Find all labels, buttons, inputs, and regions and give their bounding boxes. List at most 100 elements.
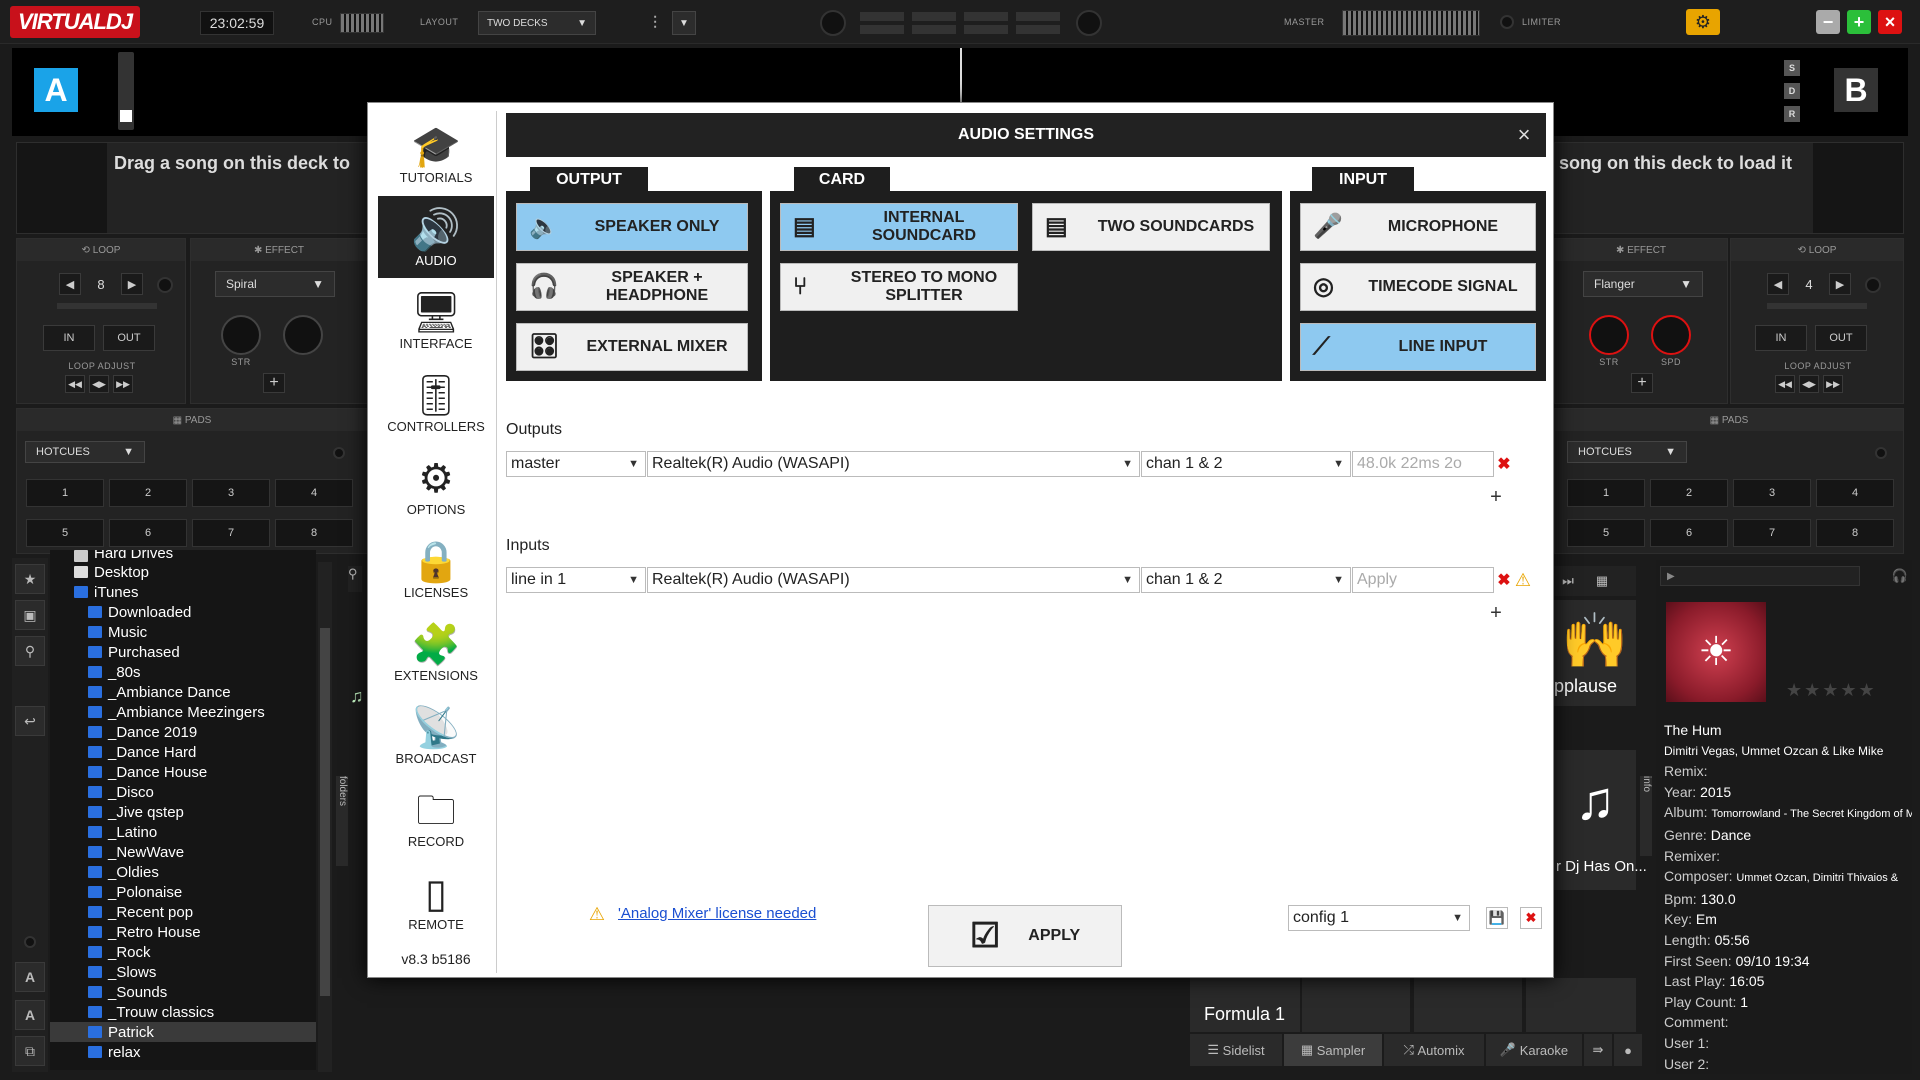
waveform-icon[interactable]: ⫶ xyxy=(642,11,668,35)
list-item[interactable]: _Oldies xyxy=(50,862,316,882)
remove-output-icon[interactable]: ✖ xyxy=(1496,453,1512,475)
add-input-button[interactable]: + xyxy=(1486,602,1506,624)
list-item[interactable]: _Ambiance Meezingers xyxy=(50,702,316,722)
list-item[interactable]: _Rock xyxy=(50,942,316,962)
list-item[interactable]: _Jive qstep xyxy=(50,802,316,822)
pad-1[interactable]: 1 xyxy=(26,479,104,507)
effect-param-knob[interactable] xyxy=(283,315,323,355)
pad-5[interactable]: 5 xyxy=(26,519,104,547)
grid-view-icon[interactable]: ▦ xyxy=(1588,570,1616,592)
loop-knob[interactable] xyxy=(157,277,173,293)
nav-licenses[interactable]: 🔒 LICENSES xyxy=(378,528,494,610)
tab-sampler[interactable]: ▦ Sampler xyxy=(1284,1034,1382,1066)
microphone-button[interactable]: 🎤 MICROPHONE xyxy=(1300,203,1536,251)
crossfader-knob-right[interactable] xyxy=(1076,10,1102,36)
pad-3[interactable]: 3 xyxy=(1733,479,1811,507)
list-item[interactable]: _Sounds xyxy=(50,982,316,1002)
output-channel-select[interactable]: master ▼ xyxy=(506,451,646,477)
nav-interface[interactable]: 🖥 INTERFACE xyxy=(378,279,494,361)
back-icon[interactable]: ↩ xyxy=(15,706,45,736)
list-item[interactable]: _Disco xyxy=(50,782,316,802)
sampler-applause[interactable]: 🙌 pplause xyxy=(1554,600,1636,706)
sampler-slot[interactable] xyxy=(1302,978,1410,1032)
license-warning-link[interactable]: 'Analog Mixer' license needed xyxy=(618,905,816,922)
nav-audio[interactable]: 🔊 AUDIO xyxy=(378,196,494,278)
input-info-field[interactable]: Apply xyxy=(1352,567,1494,593)
tab-dot[interactable]: ● xyxy=(1614,1034,1642,1066)
sampler-slot[interactable] xyxy=(1414,978,1522,1032)
deck-b-d-button[interactable]: D xyxy=(1784,83,1800,99)
deck-b-drop-zone[interactable]: song on this deck to load it xyxy=(1554,142,1904,234)
settings-gear-icon[interactable]: ⚙ xyxy=(1686,9,1720,35)
list-item[interactable]: _80s xyxy=(50,662,316,682)
list-item[interactable]: _Retro House xyxy=(50,922,316,942)
loop-adjust-move-button[interactable]: ◀▶ xyxy=(1799,375,1819,393)
list-item[interactable]: _Dance 2019 xyxy=(50,722,316,742)
internal-soundcard-button[interactable]: ▤ INTERNAL SOUNDCARD xyxy=(780,203,1018,251)
add-folder-icon[interactable]: ▣ xyxy=(15,600,45,630)
two-soundcards-button[interactable]: ▤ TWO SOUNDCARDS xyxy=(1032,203,1270,251)
headphone-icon[interactable]: 🎧 xyxy=(1892,566,1908,586)
list-item[interactable]: _Recent pop xyxy=(50,902,316,922)
save-config-icon[interactable]: 💾 xyxy=(1486,907,1508,929)
line-input-button[interactable]: ⟋ LINE INPUT xyxy=(1300,323,1536,371)
crossfader-knob-left[interactable] xyxy=(820,10,846,36)
list-item[interactable]: _Latino xyxy=(50,822,316,842)
list-item[interactable]: iTunes xyxy=(50,582,316,602)
tab-automix[interactable]: ⤮ Automix xyxy=(1384,1034,1484,1066)
limiter-led[interactable] xyxy=(1500,15,1514,29)
next-icon[interactable]: ⏭ xyxy=(1554,570,1582,592)
loop-adjust-right-button[interactable]: ▶▶ xyxy=(1823,375,1843,393)
input-device-select[interactable]: Realtek(R) Audio (WASAPI) ▼ xyxy=(647,567,1140,593)
list-item[interactable]: Patrick xyxy=(50,1022,316,1042)
list-item[interactable]: _Trouw classics xyxy=(50,1002,316,1022)
pad-mode-dropdown[interactable]: HOTCUES ▼ xyxy=(25,441,145,463)
effect-str-knob[interactable] xyxy=(221,315,261,355)
config-select[interactable]: config 1 ▼ xyxy=(1288,905,1470,931)
loop-knob[interactable] xyxy=(1865,277,1881,293)
input-channel-select[interactable]: line in 1 ▼ xyxy=(506,567,646,593)
maximize-button[interactable]: + xyxy=(1847,10,1871,34)
pad-4[interactable]: 4 xyxy=(275,479,353,507)
list-item[interactable]: relax xyxy=(50,1042,316,1062)
tab-karaoke[interactable]: 🎤 Karaoke xyxy=(1486,1034,1582,1066)
pad-2[interactable]: 2 xyxy=(109,479,187,507)
loop-in-button[interactable]: IN xyxy=(43,325,95,351)
pad-mode-dropdown[interactable]: HOTCUES ▼ xyxy=(1567,441,1687,463)
loop-out-button[interactable]: OUT xyxy=(1815,325,1867,351)
speaker-headphone-button[interactable]: 🎧 SPEAKER + HEADPHONE xyxy=(516,263,748,311)
font-size-icon[interactable]: A xyxy=(15,962,45,992)
list-item[interactable]: Music xyxy=(50,622,316,642)
pad-4[interactable]: 4 xyxy=(1816,479,1894,507)
folders-tab[interactable]: folders xyxy=(336,776,348,866)
pad-2[interactable]: 2 xyxy=(1650,479,1728,507)
list-item[interactable]: _Dance House xyxy=(50,762,316,782)
loop-decrease-button[interactable]: ◀ xyxy=(1767,273,1789,295)
sampler-slot[interactable] xyxy=(1526,978,1636,1032)
delete-config-icon[interactable]: ✖ xyxy=(1520,907,1542,929)
nav-record[interactable]: 🗀 RECORD xyxy=(378,777,494,859)
tree-scrollbar[interactable] xyxy=(318,562,332,1072)
waveform-dropdown[interactable]: ▼ xyxy=(672,11,696,35)
external-mixer-button[interactable]: 🎛 EXTERNAL MIXER xyxy=(516,323,748,371)
output-chan-select[interactable]: chan 1 & 2 ▼ xyxy=(1141,451,1351,477)
search-icon[interactable]: ⚲ xyxy=(348,566,362,592)
filter-icon[interactable]: ⚲ xyxy=(15,636,45,666)
nav-tutorials[interactable]: 🎓 TUTORIALS xyxy=(378,113,494,195)
preview-player[interactable]: ▶ xyxy=(1660,566,1860,586)
add-effect-button[interactable]: + xyxy=(1631,373,1653,393)
loop-decrease-button[interactable]: ◀ xyxy=(59,273,81,295)
pads-option-dot[interactable] xyxy=(1875,447,1887,459)
list-item[interactable]: _NewWave xyxy=(50,842,316,862)
list-item[interactable]: Desktop xyxy=(50,562,316,582)
apply-button[interactable]: ☑ APPLY xyxy=(928,905,1122,967)
effect-str-knob[interactable] xyxy=(1589,315,1629,355)
close-icon[interactable]: × xyxy=(1512,122,1536,147)
tab-sidelist[interactable]: ☰ Sidelist xyxy=(1190,1034,1282,1066)
dot-icon[interactable] xyxy=(24,936,36,948)
add-output-button[interactable]: + xyxy=(1486,486,1506,508)
window-icon[interactable]: ⧉ xyxy=(15,1036,45,1066)
list-item[interactable]: Purchased xyxy=(50,642,316,662)
font-size-alt-icon[interactable]: A xyxy=(15,1000,45,1030)
pads-option-dot[interactable] xyxy=(333,447,345,459)
